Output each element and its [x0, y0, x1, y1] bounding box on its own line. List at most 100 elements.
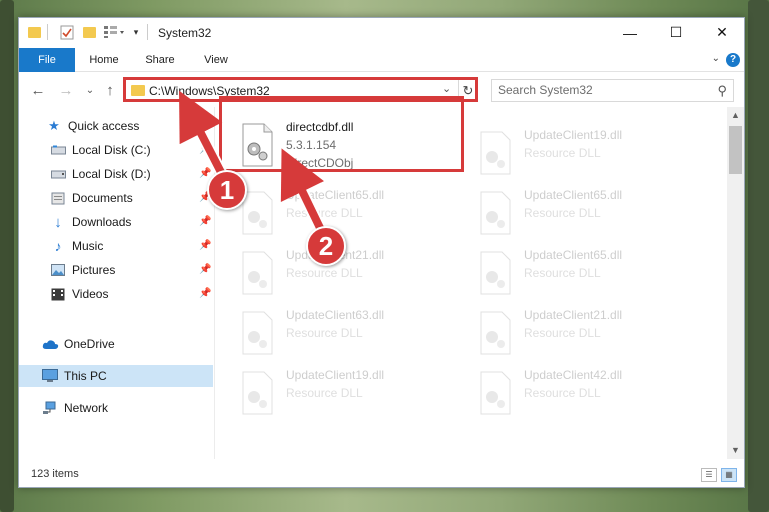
forward-arrow-icon[interactable]: →: [57, 81, 75, 99]
nav-item-quick-access[interactable]: ★ Quick access: [19, 115, 213, 137]
background-tree: [0, 0, 14, 512]
tiles-view-icon[interactable]: ▦: [721, 468, 737, 482]
nav-item-downloads[interactable]: ↓ Downloads 📌: [19, 211, 213, 233]
dll-file-icon: [242, 311, 273, 355]
minimize-button[interactable]: —: [607, 18, 653, 47]
file-type: Resource DLL: [524, 206, 601, 220]
pin-icon[interactable]: 📌: [199, 144, 211, 155]
properties-icon[interactable]: [59, 24, 75, 40]
dll-file-icon: [242, 251, 273, 295]
tab-home[interactable]: Home: [81, 48, 127, 72]
drive-icon: [49, 166, 67, 182]
file-name: UpdateClient21.dll: [524, 308, 623, 322]
window-title: System32: [158, 26, 212, 40]
file-item[interactable]: UpdateClient65.dll Resource DLL: [240, 185, 465, 241]
pin-icon[interactable]: 📌: [199, 264, 211, 275]
nav-item-label: OneDrive: [64, 337, 115, 351]
customize-toolbar-icon[interactable]: ▾: [131, 24, 141, 40]
music-icon: ♪: [54, 238, 62, 254]
file-name: UpdateClient19.dll: [524, 128, 623, 142]
close-button[interactable]: ✕: [699, 18, 745, 47]
file-type: Resource DLL: [286, 206, 363, 220]
nav-item-local-disk-d[interactable]: Local Disk (D:) 📌: [19, 163, 213, 185]
nav-item-label: Videos: [72, 287, 109, 301]
videos-icon: [49, 286, 67, 302]
file-type: Resource DLL: [286, 386, 363, 400]
download-icon: ↓: [54, 213, 62, 231]
file-type: Resource DLL: [286, 326, 363, 340]
pin-icon[interactable]: 📌: [199, 168, 211, 179]
file-item[interactable]: UpdateClient42.dll Resource DLL: [478, 365, 703, 421]
maximize-button[interactable]: ☐: [653, 18, 699, 47]
details-view-icon[interactable]: ☰: [701, 468, 717, 482]
search-icon[interactable]: ⚲: [717, 83, 727, 99]
nav-item-network[interactable]: Network: [19, 397, 213, 419]
file-item[interactable]: UpdateClient21.dll Resource DLL: [240, 245, 465, 301]
pin-icon[interactable]: 📌: [199, 240, 211, 251]
cloud-icon: [41, 336, 59, 352]
item-count: 123 items: [31, 468, 79, 480]
nav-item-label: Downloads: [72, 215, 132, 229]
nav-item-label: Local Disk (D:): [72, 167, 151, 181]
nav-item-label: Local Disk (C:): [72, 143, 151, 157]
title-bar: ▾ System32 — ☐ ✕: [19, 18, 744, 47]
dll-file-icon: [480, 311, 511, 355]
callout-1: 1: [207, 170, 247, 210]
nav-item-onedrive[interactable]: OneDrive: [19, 333, 213, 355]
drive-icon: [49, 142, 67, 158]
file-item[interactable]: UpdateClient19.dll Resource DLL: [478, 125, 703, 181]
file-name: UpdateClient65.dll: [524, 248, 623, 262]
status-bar: 123 items ☰ ▦: [19, 463, 744, 487]
ribbon: File Home Share View ⌄ ?: [19, 48, 744, 72]
file-item[interactable]: UpdateClient65.dll Resource DLL: [478, 245, 703, 301]
computer-icon: [41, 368, 59, 384]
new-folder-icon[interactable]: [81, 24, 97, 40]
file-type: Resource DLL: [524, 386, 601, 400]
help-icon[interactable]: ?: [726, 53, 740, 67]
file-name: UpdateClient19.dll: [286, 368, 385, 382]
dll-file-icon: [242, 371, 273, 415]
nav-item-local-disk-c[interactable]: Local Disk (C:) 📌: [19, 139, 213, 161]
pin-icon[interactable]: 📌: [199, 216, 211, 227]
view-options-icon[interactable]: [102, 24, 126, 40]
tab-share[interactable]: Share: [137, 48, 183, 72]
tab-view[interactable]: View: [193, 48, 239, 72]
tab-file[interactable]: File: [19, 48, 75, 72]
file-item[interactable]: UpdateClient21.dll Resource DLL: [478, 305, 703, 361]
nav-item-documents[interactable]: Documents 📌: [19, 187, 213, 209]
pictures-icon: [49, 262, 67, 278]
scrollbar-thumb[interactable]: [729, 126, 742, 174]
dll-file-icon: [480, 131, 511, 175]
scroll-down-icon[interactable]: ▼: [727, 442, 744, 459]
file-type: Resource DLL: [286, 266, 363, 280]
nav-item-videos[interactable]: Videos 📌: [19, 283, 213, 305]
nav-item-label: Documents: [72, 191, 133, 205]
pin-icon[interactable]: 📌: [199, 288, 211, 299]
recent-locations-icon[interactable]: ⌄: [81, 81, 99, 99]
nav-item-label: This PC: [64, 369, 107, 383]
star-icon: ★: [48, 118, 60, 133]
file-item[interactable]: UpdateClient65.dll Resource DLL: [478, 185, 703, 241]
file-type: Resource DLL: [524, 146, 601, 160]
scroll-up-icon[interactable]: ▲: [727, 107, 744, 124]
up-arrow-icon[interactable]: ↑: [101, 81, 119, 99]
nav-item-label: Quick access: [68, 119, 140, 133]
nav-item-this-pc[interactable]: This PC: [19, 365, 213, 387]
nav-item-music[interactable]: ♪ Music 📌: [19, 235, 213, 257]
file-type: Resource DLL: [524, 266, 601, 280]
file-item[interactable]: UpdateClient63.dll Resource DLL: [240, 305, 465, 361]
search-input[interactable]: [498, 83, 698, 97]
nav-item-label: Pictures: [72, 263, 116, 277]
nav-item-pictures[interactable]: Pictures 📌: [19, 259, 213, 281]
nav-item-label: Network: [64, 401, 109, 415]
expand-ribbon-icon[interactable]: ⌄: [712, 53, 720, 64]
file-item[interactable]: UpdateClient19.dll Resource DLL: [240, 365, 465, 421]
folder-icon: [27, 24, 41, 40]
file-name: UpdateClient65.dll: [524, 188, 623, 202]
dll-file-icon: [480, 191, 511, 235]
search-box[interactable]: ⚲: [491, 79, 734, 102]
vertical-scrollbar[interactable]: ▲ ▼: [727, 107, 744, 459]
nav-item-label: Music: [72, 239, 104, 253]
back-arrow-icon[interactable]: ←: [29, 81, 47, 99]
divider: [147, 24, 148, 40]
